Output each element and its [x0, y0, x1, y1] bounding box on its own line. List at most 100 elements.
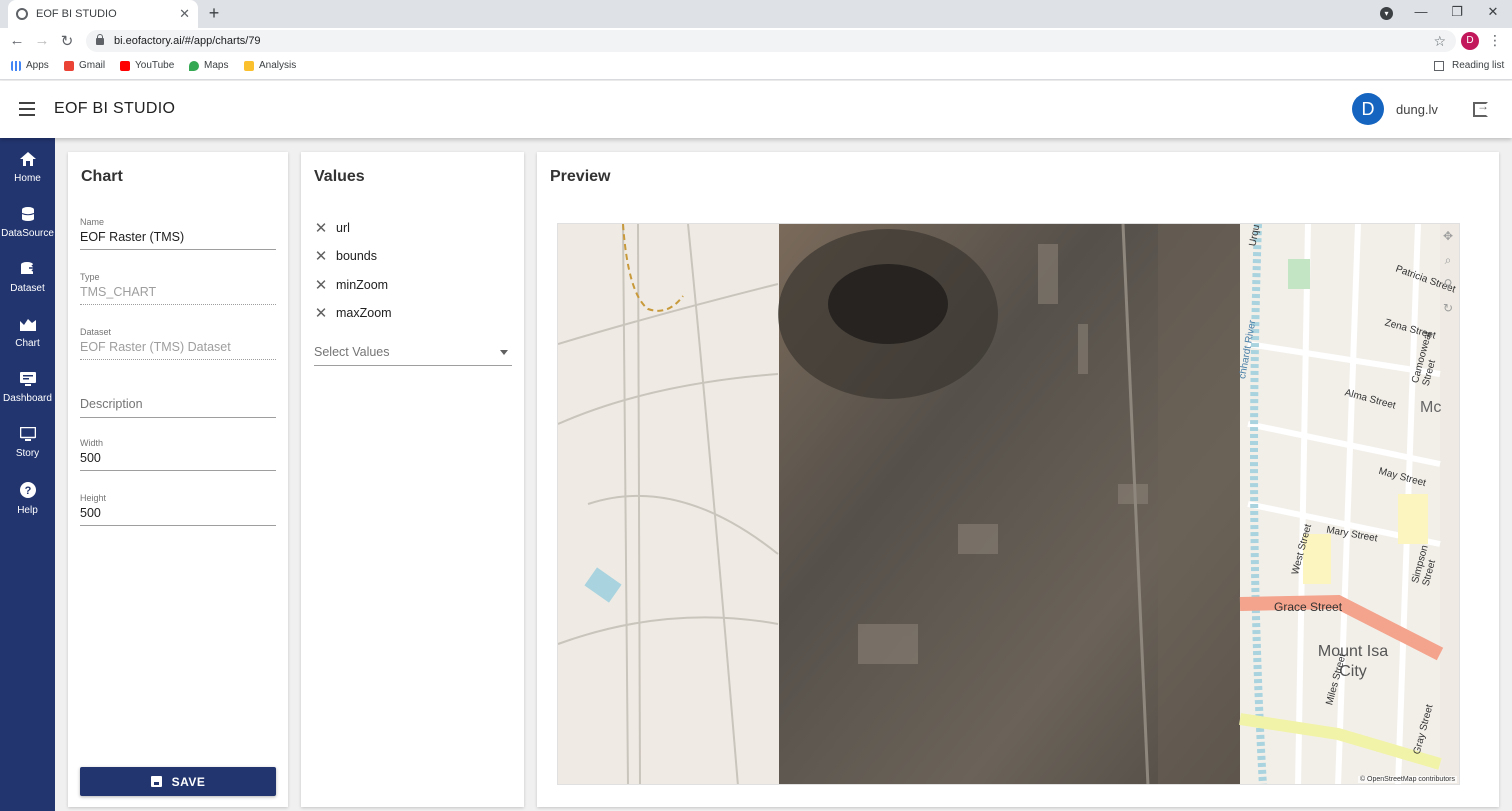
- width-field[interactable]: Width 500: [80, 438, 276, 471]
- description-input[interactable]: Description: [80, 397, 276, 418]
- save-button[interactable]: SAVE: [80, 767, 276, 796]
- name-field[interactable]: Name EOF Raster (TMS): [80, 217, 276, 250]
- more-menu-icon[interactable]: ⋮: [1488, 32, 1502, 49]
- bookmark-label: Analysis: [259, 60, 297, 71]
- panel-title: Chart: [81, 168, 123, 185]
- forward-icon[interactable]: →: [33, 32, 51, 49]
- height-input[interactable]: 500: [80, 506, 276, 526]
- select-values-dropdown[interactable]: Select Values: [314, 345, 512, 366]
- width-input[interactable]: 500: [80, 451, 276, 471]
- field-label: Height: [80, 493, 107, 503]
- url-text: bi.eofactory.ai/#/app/charts/79: [114, 35, 261, 47]
- sidebar-item-dataset[interactable]: Dataset: [0, 262, 55, 296]
- sidebar-item-dashboard[interactable]: Dashboard: [0, 372, 55, 406]
- remove-icon[interactable]: ✕: [314, 276, 328, 294]
- address-bar: ← → ↻ bi.eofactory.ai/#/app/charts/79 ☆ …: [0, 28, 1512, 54]
- bookmark-apps[interactable]: Apps: [11, 60, 49, 71]
- story-icon: [19, 427, 36, 441]
- map-view[interactable]: Grace Street Mount Isa City Zena Street …: [557, 223, 1460, 785]
- field-label: Type: [80, 272, 100, 282]
- bookmarks-bar: Apps Gmail YouTube Maps Analysis Reading…: [0, 54, 1512, 80]
- bookmark-maps[interactable]: Maps: [189, 60, 228, 71]
- remove-icon[interactable]: ✕: [314, 304, 328, 322]
- sidebar-item-label: Home: [14, 173, 41, 184]
- bookmark-analysis[interactable]: Analysis: [244, 60, 296, 71]
- sidebar-item-help[interactable]: ? Help: [0, 482, 55, 518]
- logout-icon[interactable]: [1473, 99, 1489, 117]
- user-avatar[interactable]: D: [1352, 93, 1384, 125]
- panel-title: Values: [314, 168, 365, 185]
- map-toolbar: ✥ ⌕ ⚲ ↻: [1437, 224, 1459, 320]
- sidebar: Home DataSource Dataset Chart Dashboard …: [0, 138, 55, 811]
- bookmark-star-icon[interactable]: ☆: [1433, 33, 1446, 50]
- bookmark-gmail[interactable]: Gmail: [64, 60, 105, 71]
- user-name[interactable]: dung.lv: [1396, 102, 1438, 117]
- sidebar-item-story[interactable]: Story: [0, 427, 55, 461]
- url-input[interactable]: bi.eofactory.ai/#/app/charts/79 ☆: [86, 30, 1456, 52]
- gmail-icon: [64, 60, 74, 71]
- reload-icon[interactable]: ↻: [58, 32, 76, 50]
- youtube-icon: [120, 60, 130, 71]
- dataset-icon: [20, 262, 36, 274]
- map-label: Grace Street: [1274, 600, 1343, 614]
- water-body: [584, 567, 622, 603]
- sidebar-item-label: DataSource: [1, 228, 54, 239]
- pan-icon[interactable]: ✥: [1437, 224, 1459, 248]
- zoom-box-icon[interactable]: ⌕: [1437, 248, 1459, 272]
- tab-search-icon[interactable]: ▾: [1380, 7, 1393, 20]
- database-icon: [21, 207, 34, 221]
- height-field[interactable]: Height 500: [80, 493, 276, 526]
- remove-icon[interactable]: ✕: [314, 219, 328, 237]
- remove-icon[interactable]: ✕: [314, 247, 328, 265]
- save-icon: [150, 776, 162, 787]
- bookmark-youtube[interactable]: YouTube: [120, 60, 174, 71]
- globe-icon: [16, 8, 28, 20]
- map-label: Mc: [1420, 399, 1442, 416]
- minimize-icon[interactable]: —: [1412, 4, 1430, 19]
- app-header: EOF BI STUDIO D dung.lv: [0, 81, 1512, 138]
- app-title: EOF BI STUDIO: [54, 100, 176, 117]
- sidebar-item-home[interactable]: Home: [0, 152, 55, 186]
- field-label: Name: [80, 217, 105, 227]
- wheel-zoom-icon[interactable]: ⚲: [1437, 272, 1459, 296]
- dashboard-icon: [19, 372, 36, 386]
- sidebar-item-label: Chart: [15, 338, 40, 349]
- dataset-field: Dataset EOF Raster (TMS) Dataset: [80, 327, 276, 360]
- close-tab-icon[interactable]: ✕: [179, 6, 190, 22]
- dataset-input: EOF Raster (TMS) Dataset: [80, 340, 276, 360]
- folder-icon: [244, 60, 254, 71]
- menu-icon[interactable]: [19, 102, 35, 116]
- bookmark-label: Apps: [26, 60, 49, 71]
- profile-avatar[interactable]: D: [1461, 32, 1479, 50]
- select-placeholder: Select Values: [314, 345, 390, 359]
- description-field[interactable]: Description: [80, 397, 276, 418]
- name-input[interactable]: EOF Raster (TMS): [80, 230, 276, 250]
- value-label: maxZoom: [336, 306, 392, 320]
- map-label: Mount Isa City: [1317, 643, 1389, 680]
- sidebar-item-label: Dataset: [10, 283, 45, 294]
- reset-icon[interactable]: ↻: [1437, 296, 1459, 320]
- value-label: minZoom: [336, 278, 389, 292]
- save-label: SAVE: [171, 774, 206, 789]
- map-attribution[interactable]: © OpenStreetMap contributors: [1357, 776, 1457, 783]
- browser-tab-bar: EOF BI STUDIO ✕ + ▾ — ❐ ✕: [0, 0, 1512, 28]
- bookmark-label: Maps: [204, 60, 229, 71]
- dashed-track: [622, 224, 684, 312]
- home-icon: [19, 152, 36, 166]
- sidebar-item-label: Help: [17, 505, 38, 516]
- sidebar-item-datasource[interactable]: DataSource: [0, 207, 55, 241]
- new-tab-button[interactable]: +: [204, 3, 224, 24]
- browser-tab[interactable]: EOF BI STUDIO ✕: [8, 0, 198, 28]
- value-item: ✕ url: [314, 219, 350, 237]
- reading-list-button[interactable]: Reading list: [1434, 60, 1504, 71]
- close-window-icon[interactable]: ✕: [1484, 4, 1502, 20]
- chart-icon: [19, 319, 36, 331]
- bookmark-label: Gmail: [79, 60, 106, 71]
- maps-pin-icon: [189, 60, 199, 71]
- back-icon[interactable]: ←: [8, 32, 26, 49]
- sidebar-item-label: Dashboard: [3, 393, 52, 404]
- value-item: ✕ minZoom: [314, 276, 388, 294]
- value-label: url: [336, 221, 350, 235]
- sidebar-item-chart[interactable]: Chart: [0, 317, 55, 351]
- restore-icon[interactable]: ❐: [1448, 4, 1466, 20]
